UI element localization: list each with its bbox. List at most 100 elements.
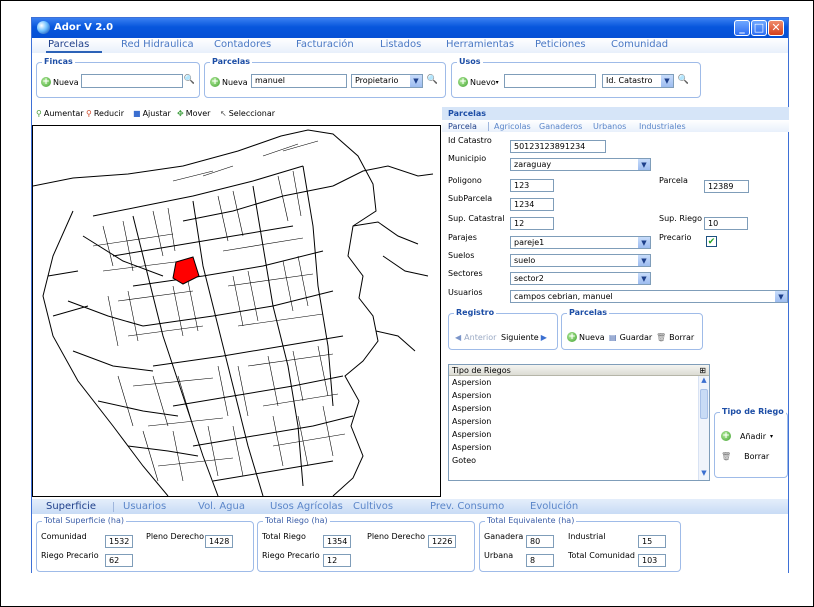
menu-tab-herramientas[interactable]: Herramientas (446, 39, 514, 50)
precario-checkbox[interactable]: ✔ (706, 236, 717, 247)
tab-cultivos[interactable]: Cultivos (353, 501, 393, 512)
close-button[interactable]: ✕ (768, 20, 784, 36)
usos-search-icon[interactable]: 🔍 (677, 74, 690, 87)
parcelas-search-input[interactable]: manuel (251, 74, 347, 88)
menu-tab-contadores[interactable]: Contadores (214, 39, 271, 50)
riego-precario-field[interactable]: 62 (105, 554, 133, 567)
list-item[interactable]: Aspersion (449, 415, 709, 428)
total-riego-field[interactable]: 1354 (323, 535, 351, 548)
list-item[interactable]: Aspersion (449, 389, 709, 402)
delete-icon: 🗑 (721, 451, 732, 461)
anterior-button[interactable]: ◀ Anterior (455, 330, 496, 344)
tab-urbanos[interactable]: Urbanos (593, 122, 626, 131)
nueva-parcela-button[interactable]: + Nueva (567, 330, 605, 344)
fincas-new-button[interactable]: + Nueva (41, 75, 79, 89)
menu-tab-peticiones[interactable]: Peticiones (535, 39, 586, 50)
tab-ganaderos[interactable]: Ganaderos (539, 122, 582, 131)
menu-tab-listados[interactable]: Listados (380, 39, 421, 50)
dropdown-caret-icon: ▾ (770, 432, 774, 440)
comunidad-field[interactable]: 1532 (105, 535, 133, 548)
riego-pleno-derecho-label: Pleno Derecho (367, 532, 425, 541)
list-scrollbar[interactable]: ▲ ▼ (698, 376, 709, 480)
total-equivalente-group: Total Equivalente (ha) Ganadera 80 Indus… (479, 516, 681, 572)
tab-prev-consumo[interactable]: Prev. Consumo (430, 501, 504, 512)
riego-precario-label: Riego Precario (41, 551, 99, 560)
total-comunidad-label: Total Comunidad (568, 551, 635, 560)
menu-tab-facturacion[interactable]: Facturación (296, 39, 354, 50)
anadir-riego-button[interactable]: + Añadir ▾ (721, 429, 773, 443)
usos-search-input[interactable] (504, 74, 596, 88)
list-item[interactable]: Aspersion (449, 428, 709, 441)
parcelas-new-button[interactable]: + Nueva (210, 75, 248, 89)
list-item[interactable]: Goteo (449, 454, 709, 467)
sup-riego-label: Sup. Riego (659, 214, 702, 223)
select-tool[interactable]: ↖ Seleccionar (220, 109, 275, 118)
tab-vol-agua[interactable]: Vol. Agua (198, 501, 245, 512)
fincas-group-label: Fincas (42, 57, 75, 66)
tab-agricolas[interactable]: Agricolas (494, 122, 531, 131)
nueva-label: Nueva (579, 332, 605, 342)
zoom-in-tool[interactable]: ⚲ Aumentar (36, 109, 84, 118)
tab-usuarios[interactable]: Usuarios (123, 501, 166, 512)
poligono-field[interactable]: 123 (510, 179, 554, 192)
siguiente-button[interactable]: Siguiente ▶ (501, 330, 547, 344)
list-item[interactable]: Aspersion (449, 441, 709, 454)
usuarios-select[interactable]: campos cebrian, manuel ▼ (510, 290, 788, 303)
column-picker-icon[interactable]: ⊞ (699, 365, 706, 376)
list-item[interactable]: Aspersion (449, 402, 709, 415)
menu-tab-comunidad[interactable]: Comunidad (611, 39, 668, 50)
tab-superficie[interactable]: Superficie (46, 501, 96, 512)
industrial-field[interactable]: 15 (638, 535, 666, 548)
scroll-up-icon[interactable]: ▲ (699, 376, 709, 387)
ganadera-field[interactable]: 80 (526, 535, 554, 548)
borrar-riego-button[interactable]: 🗑 Borrar (721, 449, 769, 463)
scroll-thumb[interactable] (700, 389, 708, 419)
tipo-riegos-list[interactable]: Tipo de Riegos ⊞ Aspersion Aspersion Aspe… (448, 364, 710, 481)
parcela-actions-group: Parcelas + Nueva ▤ Guardar 🗑 Borrar (561, 308, 703, 350)
borrar-parcela-button[interactable]: 🗑 Borrar (656, 330, 694, 344)
anterior-label: Anterior (464, 332, 497, 342)
selected-parcel[interactable] (172, 256, 200, 285)
fit-tool[interactable]: ■ Ajustar (133, 109, 171, 118)
subparcela-field[interactable]: 1234 (510, 198, 554, 211)
zoom-out-tool[interactable]: ⚲ Reducir (86, 109, 124, 118)
scroll-down-icon[interactable]: ▼ (699, 469, 709, 480)
sectores-select[interactable]: sector2 ▼ (510, 272, 651, 285)
pleno-derecho-field[interactable]: 1428 (205, 535, 233, 548)
urbana-field[interactable]: 8 (526, 554, 554, 567)
fincas-search-input[interactable] (81, 74, 183, 88)
suelos-select[interactable]: suelo ▼ (510, 254, 651, 267)
total-comunidad-field[interactable]: 103 (638, 554, 666, 567)
app-window: Ador V 2.0 _ □ ✕ Parcelas Red Hidraulica… (31, 17, 789, 573)
sup-riego-field[interactable]: 10 (704, 217, 748, 230)
parajes-select[interactable]: pareje1 ▼ (510, 236, 651, 249)
comunidad-label: Comunidad (41, 532, 87, 541)
parajes-value: pareje1 (514, 238, 545, 247)
tab-usos-agricolas[interactable]: Usos Agrícolas (270, 501, 343, 512)
menu-tab-red-hidraulica[interactable]: Red Hidraulica (121, 39, 194, 50)
chevron-down-icon: ▼ (638, 255, 650, 266)
list-item[interactable]: Aspersion (449, 376, 709, 389)
tab-evolucion[interactable]: Evolución (530, 501, 578, 512)
fincas-search-icon[interactable]: 🔍 (183, 74, 196, 87)
riego-total-precario-field[interactable]: 12 (323, 554, 351, 567)
guardar-button[interactable]: ▤ Guardar (609, 330, 652, 344)
id-catastro-field[interactable]: 50123123891234 (510, 140, 606, 153)
maximize-button[interactable]: □ (751, 20, 767, 36)
parcelas-search-icon[interactable]: 🔍 (426, 74, 439, 87)
minimize-button[interactable]: _ (734, 20, 750, 36)
parcela-field[interactable]: 12389 (704, 180, 749, 193)
usos-new-button[interactable]: + Nuevo ▾ (458, 75, 499, 89)
parcelas-filter-select[interactable]: Propietario ▼ (351, 74, 423, 88)
menu-tab-parcelas[interactable]: Parcelas (48, 39, 89, 50)
usos-filter-select[interactable]: Id. Catastro ▼ (602, 74, 674, 88)
total-riego-group: Total Riego (ha) Total Riego 1354 Pleno … (257, 516, 475, 572)
municipio-select[interactable]: zaraguay ▼ (510, 158, 651, 171)
tab-industriales[interactable]: Industriales (639, 122, 686, 131)
tab-parcela[interactable]: Parcela (448, 122, 477, 131)
map-toolbar: ⚲ Aumentar ⚲ Reducir ■ Ajustar ✥ Mover ↖ Sele… (32, 107, 440, 121)
sup-catastral-field[interactable]: 12 (510, 217, 554, 230)
pan-tool[interactable]: ✥ Mover (177, 109, 210, 118)
parcel-map[interactable] (32, 125, 441, 497)
riego-pleno-derecho-field[interactable]: 1226 (428, 535, 456, 548)
